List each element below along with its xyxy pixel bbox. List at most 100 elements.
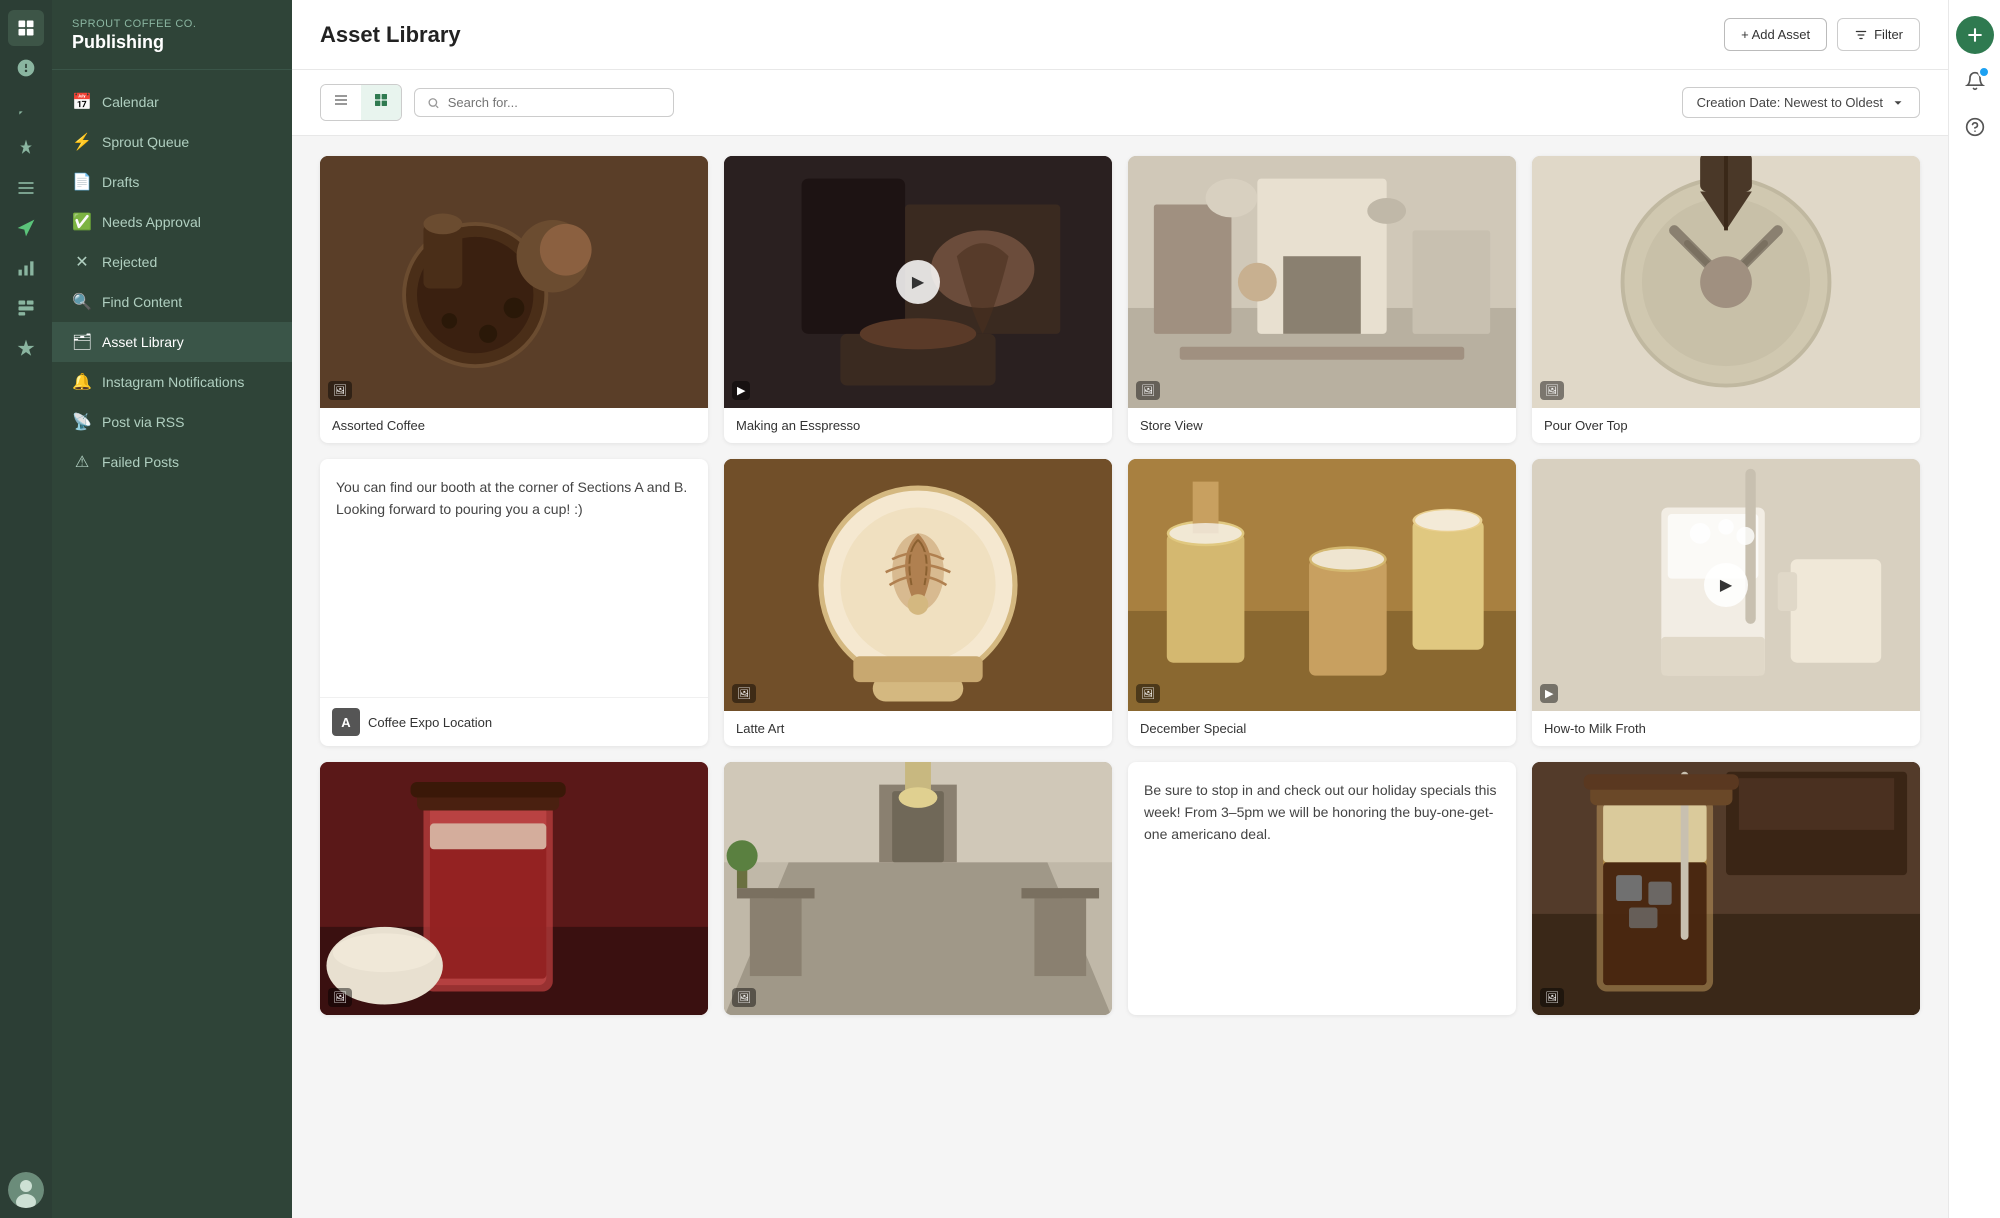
asset-card[interactable]: 🖼 December Special (1128, 459, 1516, 746)
sidebar-item-needs-approval[interactable]: ✅ Needs Approval (52, 202, 292, 242)
text-badge-icon: A (332, 708, 360, 736)
rail-star-icon[interactable] (8, 330, 44, 366)
asset-card[interactable]: 🖼 (1532, 762, 1920, 1014)
sort-dropdown[interactable]: Creation Date: Newest to Oldest (1682, 87, 1920, 118)
rail-pin-icon[interactable] (8, 130, 44, 166)
drafts-icon: 📄 (72, 172, 92, 192)
video-type-icon: ▶ (732, 381, 750, 400)
asset-card[interactable]: 🖼 Pour Over Top (1532, 156, 1920, 443)
sidebar-item-label: Needs Approval (102, 214, 201, 230)
asset-grid: 🖼 Assorted Coffee (320, 156, 1920, 1015)
calendar-icon: 📅 (72, 92, 92, 112)
image-type-icon: 🖼 (1540, 381, 1564, 400)
asset-name: Assorted Coffee (320, 408, 708, 443)
play-button: ▶ (896, 260, 940, 304)
asset-thumbnail: 🖼 (320, 762, 708, 1014)
asset-card-text[interactable]: You can find our booth at the corner of … (320, 459, 708, 746)
grid-view-button[interactable] (361, 85, 401, 120)
asset-card[interactable]: 🖼 (724, 762, 1112, 1014)
failed-icon: ⚠ (72, 452, 92, 472)
sidebar-header: Sprout Coffee Co. Publishing (52, 0, 292, 70)
asset-thumbnail: 🖼 (1128, 459, 1516, 711)
rail-alerts-icon[interactable] (8, 50, 44, 86)
image-type-icon: 🖼 (732, 988, 756, 1007)
asset-thumbnail: 🖼 (724, 459, 1112, 711)
play-button: ▶ (1704, 563, 1748, 607)
header-actions: + Add Asset Filter (1724, 18, 1920, 51)
asset-name: Pour Over Top (1532, 408, 1920, 443)
sort-label: Creation Date: Newest to Oldest (1697, 95, 1883, 110)
icon-rail (0, 0, 52, 1218)
asset-thumbnail: 🖼 (1128, 156, 1516, 408)
main-content: Asset Library + Add Asset Filter Creatio… (292, 0, 1948, 1218)
asset-thumbnail: ▶ ▶ (1532, 459, 1920, 711)
rail-publishing-icon[interactable] (8, 10, 44, 46)
sidebar-item-label: Rejected (102, 254, 157, 270)
chevron-down-icon (1891, 96, 1905, 110)
asset-name: Coffee Expo Location (368, 715, 492, 730)
asset-name: How-to Milk Froth (1532, 711, 1920, 746)
rail-send-icon[interactable] (8, 210, 44, 246)
asset-name: Latte Art (724, 711, 1112, 746)
asset-card[interactable]: 🖼 Store View (1128, 156, 1516, 443)
rejected-icon: ✕ (72, 252, 92, 272)
filter-label: Filter (1874, 27, 1903, 42)
sidebar-item-rss[interactable]: 📡 Post via RSS (52, 402, 292, 442)
add-asset-button[interactable]: + Add Asset (1724, 18, 1827, 51)
notifications-button[interactable] (1956, 62, 1994, 100)
approval-icon: ✅ (72, 212, 92, 232)
asset-thumbnail: 🖼 (724, 762, 1112, 1014)
asset-thumbnail: ▶ ▶ (724, 156, 1112, 408)
help-button[interactable] (1956, 108, 1994, 146)
list-view-button[interactable] (321, 85, 361, 120)
rail-analytics-icon[interactable] (8, 250, 44, 286)
asset-text-footer: A Coffee Expo Location (320, 697, 708, 746)
brand-sub: Sprout Coffee Co. (72, 18, 272, 30)
filter-button[interactable]: Filter (1837, 18, 1920, 51)
image-type-icon: 🖼 (1136, 381, 1160, 400)
sidebar-item-calendar[interactable]: 📅 Calendar (52, 82, 292, 122)
brand-title: Publishing (72, 32, 272, 53)
asset-name: Making an Esspresso (724, 408, 1112, 443)
sidebar: Sprout Coffee Co. Publishing 📅 Calendar … (52, 0, 292, 1218)
image-type-icon: 🖼 (732, 684, 756, 703)
sidebar-item-asset-library[interactable]: 🗂 Asset Library (52, 322, 292, 362)
sidebar-item-find-content[interactable]: 🔍 Find Content (52, 282, 292, 322)
rail-messages-icon[interactable] (8, 90, 44, 126)
asset-text-body: Be sure to stop in and check out our hol… (1128, 762, 1516, 1014)
image-type-icon: 🖼 (1540, 988, 1564, 1007)
page-title: Asset Library (320, 22, 461, 48)
rail-tasks-icon[interactable] (8, 170, 44, 206)
content-area: 🖼 Assorted Coffee (292, 136, 1948, 1218)
sidebar-item-rejected[interactable]: ✕ Rejected (52, 242, 292, 282)
asset-name: Store View (1128, 408, 1516, 443)
sidebar-item-label: Drafts (102, 174, 139, 190)
asset-card[interactable]: 🖼 (320, 762, 708, 1014)
toolbar: Creation Date: Newest to Oldest (292, 70, 1948, 136)
asset-name: December Special (1128, 711, 1516, 746)
search-wrap[interactable] (414, 88, 674, 117)
sidebar-item-label: Sprout Queue (102, 134, 189, 150)
asset-card[interactable]: ▶ ▶ Making an Esspresso (724, 156, 1112, 443)
right-action-bar (1948, 0, 2000, 1218)
sidebar-item-sprout-queue[interactable]: ⚡ Sprout Queue (52, 122, 292, 162)
compose-button[interactable] (1956, 16, 1994, 54)
asset-card[interactable]: 🖼 Assorted Coffee (320, 156, 708, 443)
sidebar-item-label: Asset Library (102, 334, 184, 350)
sidebar-item-label: Failed Posts (102, 454, 179, 470)
rail-avatar[interactable] (8, 1172, 44, 1208)
asset-thumbnail: 🖼 (1532, 762, 1920, 1014)
view-toggle (320, 84, 402, 121)
video-type-icon: ▶ (1540, 684, 1558, 703)
asset-card[interactable]: 🖼 Latte Art (724, 459, 1112, 746)
asset-card-text[interactable]: Be sure to stop in and check out our hol… (1128, 762, 1516, 1014)
sidebar-item-drafts[interactable]: 📄 Drafts (52, 162, 292, 202)
sidebar-item-label: Find Content (102, 294, 182, 310)
search-input[interactable] (448, 95, 661, 110)
sidebar-item-instagram[interactable]: 🔔 Instagram Notifications (52, 362, 292, 402)
rail-campaigns-icon[interactable] (8, 290, 44, 326)
asset-card[interactable]: ▶ ▶ How-to Milk Froth (1532, 459, 1920, 746)
sidebar-item-failed-posts[interactable]: ⚠ Failed Posts (52, 442, 292, 482)
asset-thumbnail: 🖼 (1532, 156, 1920, 408)
asset-thumbnail: 🖼 (320, 156, 708, 408)
